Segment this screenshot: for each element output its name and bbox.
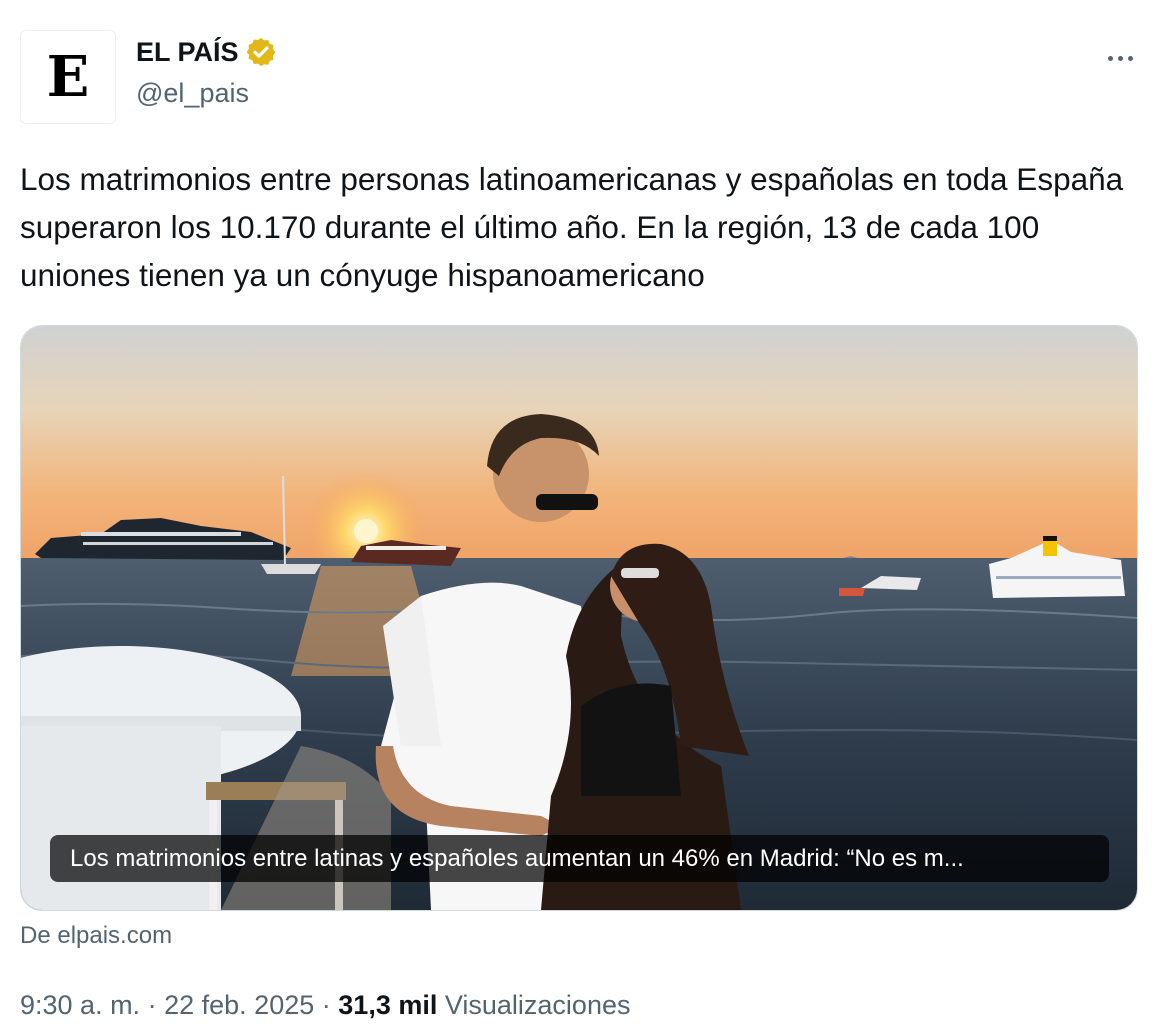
more-dot-icon [1127,55,1133,61]
more-options-button[interactable] [1100,42,1140,74]
tweet-date[interactable]: 22 feb. 2025 [164,990,314,1020]
card-source-link[interactable]: De elpais.com [20,922,172,950]
author-handle[interactable]: @el_pais [136,78,249,109]
author-name-row: EL PAÍS [136,36,277,68]
more-dot-icon [1117,55,1123,61]
verified-badge-icon[interactable] [245,36,277,68]
card-photo [21,326,1137,910]
more-dot-icon [1107,55,1113,61]
tweet-text: Los matrimonios entre personas latinoame… [20,161,1124,293]
card-caption: Los matrimonios entre latinas y españole… [50,835,1109,882]
meta-separator: · [147,990,157,1020]
avatar-logo-letter: E [46,44,90,110]
author-name[interactable]: EL PAÍS [136,37,239,68]
tweet-time[interactable]: 9:30 a. m. [20,990,140,1020]
tweet-meta: 9:30 a. m. · 22 feb. 2025 · 31,3 mil Vis… [20,990,630,1021]
views-label[interactable]: Visualizaciones [445,990,631,1020]
author-avatar[interactable]: E [20,30,116,124]
meta-separator: · [321,990,331,1020]
link-card[interactable]: Los matrimonios entre latinas y españole… [20,325,1138,911]
views-count[interactable]: 31,3 mil [338,990,437,1020]
